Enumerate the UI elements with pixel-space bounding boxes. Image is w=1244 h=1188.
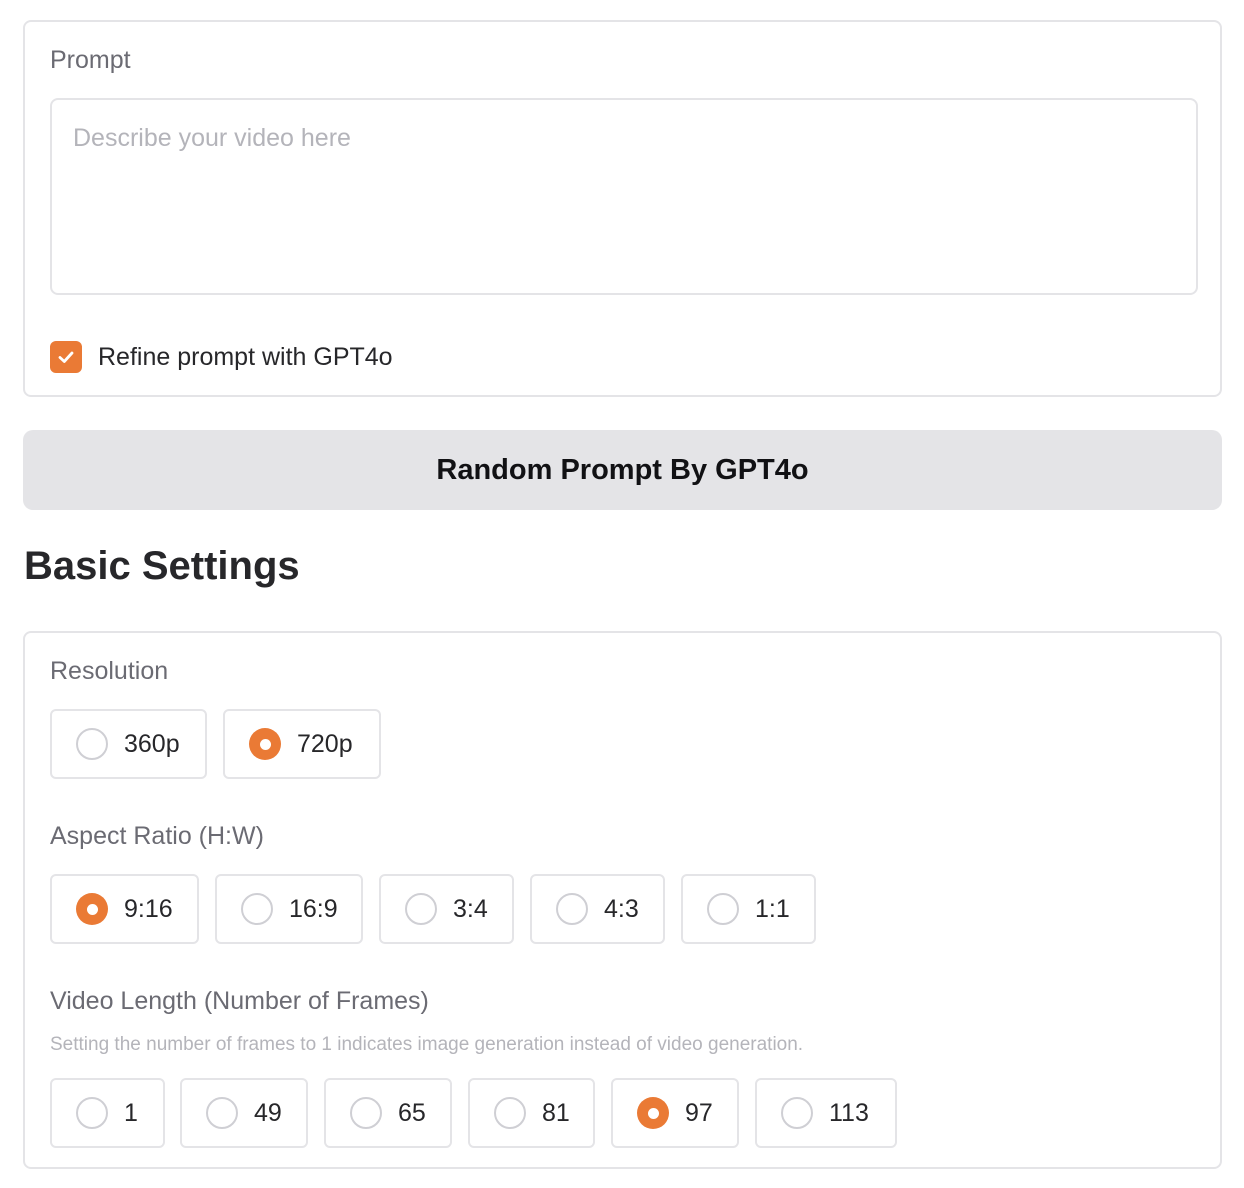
option-label: 97 (685, 1098, 713, 1127)
aspect-ratio-option[interactable]: 1:1 (681, 874, 816, 944)
option-label: 3:4 (453, 894, 488, 923)
video-length-label: Video Length (Number of Frames) (50, 987, 429, 1015)
random-prompt-button[interactable]: Random Prompt By GPT4o (23, 430, 1222, 510)
option-label: 81 (542, 1098, 570, 1127)
radio-button[interactable] (249, 728, 281, 760)
option-label: 65 (398, 1098, 426, 1127)
aspect-ratio-option[interactable]: 3:4 (379, 874, 514, 944)
prompt-label: Prompt (50, 46, 131, 74)
refine-prompt-checkbox[interactable] (50, 341, 82, 373)
refine-prompt-checkbox-row[interactable]: Refine prompt with GPT4o (50, 340, 393, 374)
radio-button[interactable] (556, 893, 588, 925)
aspect-ratio-option[interactable]: 4:3 (530, 874, 665, 944)
prompt-panel: Prompt Refine prompt with GPT4o (23, 20, 1222, 397)
option-label: 9:16 (124, 894, 173, 923)
video-length-option[interactable]: 65 (324, 1078, 452, 1148)
option-label: 113 (829, 1098, 869, 1127)
radio-button[interactable] (494, 1097, 526, 1129)
option-label: 49 (254, 1098, 282, 1127)
option-label: 720p (297, 729, 353, 758)
radio-button[interactable] (206, 1097, 238, 1129)
radio-button[interactable] (241, 893, 273, 925)
radio-button[interactable] (76, 1097, 108, 1129)
aspect-ratio-option[interactable]: 16:9 (215, 874, 363, 944)
radio-button[interactable] (76, 893, 108, 925)
radio-button[interactable] (637, 1097, 669, 1129)
radio-button[interactable] (781, 1097, 813, 1129)
radio-button[interactable] (707, 893, 739, 925)
radio-button[interactable] (350, 1097, 382, 1129)
resolution-label: Resolution (50, 657, 169, 685)
resolution-option[interactable]: 360p (50, 709, 207, 779)
radio-button[interactable] (405, 893, 437, 925)
aspect-ratio-option[interactable]: 9:16 (50, 874, 199, 944)
refine-prompt-label: Refine prompt with GPT4o (98, 342, 393, 371)
video-length-option[interactable]: 81 (468, 1078, 595, 1148)
option-label: 16:9 (289, 894, 338, 923)
option-label: 1 (124, 1098, 138, 1127)
video-length-option[interactable]: 49 (180, 1078, 308, 1148)
resolution-option[interactable]: 720p (223, 709, 381, 779)
video-length-option[interactable]: 113 (755, 1078, 897, 1148)
option-label: 360p (124, 729, 180, 758)
section-title: Basic Settings (24, 544, 300, 588)
aspect-ratio-label: Aspect Ratio (H:W) (50, 822, 264, 850)
video-length-info: Setting the number of frames to 1 indica… (50, 1034, 804, 1055)
option-label: 4:3 (604, 894, 639, 923)
video-length-option[interactable]: 1 (50, 1078, 165, 1148)
prompt-input[interactable] (50, 98, 1198, 295)
video-length-option[interactable]: 97 (611, 1078, 739, 1148)
option-label: 1:1 (755, 894, 790, 923)
basic-settings-panel: Resolution 360p 720p Aspect Ratio (H:W) … (23, 631, 1222, 1169)
checkmark-icon (58, 351, 74, 363)
radio-button[interactable] (76, 728, 108, 760)
